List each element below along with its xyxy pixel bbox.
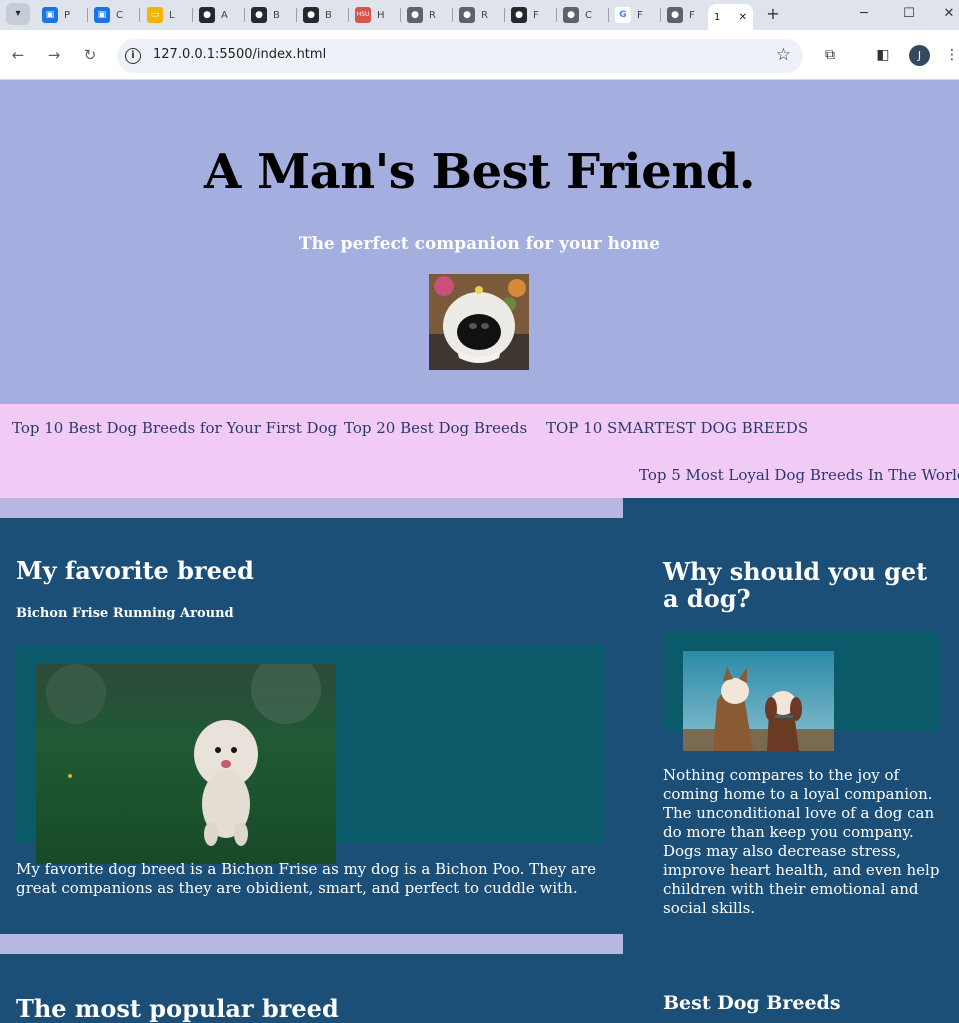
tab-favicon-icon: ●	[511, 7, 527, 23]
browser-tab[interactable]: ● R	[401, 4, 453, 26]
nav-link-top-20[interactable]: Top 20 Best Dog Breeds	[344, 419, 527, 437]
tab-favicon-icon: ●	[303, 7, 319, 23]
tab-title: R	[429, 9, 436, 21]
tab-favicon-icon: ●	[199, 7, 215, 23]
favorite-breed-text: My favorite dog breed is a Bichon Frise …	[16, 860, 596, 897]
browser-tab[interactable]: ● F	[505, 4, 557, 26]
favorite-breed-heading: My favorite breed	[16, 556, 254, 585]
nav-link-first-dog[interactable]: Top 10 Best Dog Breeds for Your First Do…	[12, 419, 337, 437]
tab-title: C	[116, 9, 123, 21]
browser-tab[interactable]: HSU H	[349, 4, 401, 26]
bookmark-star-icon[interactable]: ☆	[776, 45, 791, 65]
maximize-icon[interactable]: ☐	[897, 4, 921, 24]
close-window-icon[interactable]: ✕	[937, 4, 959, 24]
active-tab-title: 1	[714, 11, 721, 23]
why-dog-heading: Why should you get a dog?	[663, 557, 928, 613]
browser-tab[interactable]: ● A	[193, 4, 245, 26]
tab-title: C	[585, 9, 592, 21]
side-panel-icon[interactable]: ◧	[872, 44, 894, 66]
why-dog-text: Nothing compares to the joy of coming ho…	[663, 766, 940, 917]
page-subtitle: The perfect companion for your home	[298, 234, 661, 254]
top-nav: Top 10 Best Dog Breeds for Your First Do…	[0, 404, 959, 498]
browser-tab[interactable]: ▣ P	[36, 4, 88, 26]
tab-favicon-icon: ●	[563, 7, 579, 23]
browser-tab[interactable]: GF	[609, 4, 661, 26]
forward-icon[interactable]: →	[43, 44, 65, 66]
tab-title: A	[221, 9, 228, 21]
tab-title: L	[169, 9, 175, 21]
nav-link-smartest[interactable]: TOP 10 SMARTEST DOG BREEDS	[546, 419, 808, 437]
tab-strip: ▾ ▣ P ▣ C ▭ L ● A ● B ● B HSU H ● R ● R ● F ● C G F ● F 1 ✕ + ─ ☐…	[0, 0, 959, 30]
tab-title: F	[637, 9, 643, 21]
tab-search-button[interactable]: ▾	[6, 3, 30, 25]
browser-tab[interactable]: ● F	[661, 4, 713, 26]
browser-tab[interactable]: ● B	[245, 4, 297, 26]
tab-favicon-icon: ●	[407, 7, 423, 23]
tab-favicon-icon: ▭	[147, 7, 163, 23]
hero-header: A Man's Best Friend. The perfect compani…	[0, 80, 959, 404]
close-icon[interactable]: ✕	[739, 12, 747, 23]
page-title: A Man's Best Friend.	[204, 144, 756, 200]
tab-favicon-icon: HSU	[355, 7, 371, 23]
browser-toolbar: ← → ↻ i 127.0.0.1:5500/index.html ☆ ⧉ ◧ …	[0, 30, 959, 80]
tab-favicon-icon: ●	[459, 7, 475, 23]
best-breeds-heading: Best Dog Breeds	[663, 992, 841, 1014]
popular-breed-heading: The most popular breed	[16, 994, 339, 1023]
tab-separator	[139, 8, 140, 22]
tab-title: H	[377, 9, 385, 21]
browser-tab[interactable]: ▭ L	[141, 4, 193, 26]
two-dogs-image	[683, 651, 834, 751]
new-tab-button[interactable]: +	[763, 4, 783, 24]
tab-favicon-icon: ●	[667, 7, 683, 23]
url-text[interactable]: 127.0.0.1:5500/index.html	[153, 47, 326, 62]
tab-favicon-icon: G	[615, 7, 631, 23]
section-divider	[0, 934, 623, 954]
browser-tab[interactable]: ● C	[557, 4, 609, 26]
tab-favicon-icon: ●	[251, 7, 267, 23]
browser-tab[interactable]: ● R	[453, 4, 505, 26]
bichon-running-image	[36, 664, 336, 864]
extensions-icon[interactable]: ⧉	[819, 44, 841, 66]
profile-avatar[interactable]: J	[909, 45, 930, 66]
address-bar[interactable]: i 127.0.0.1:5500/index.html ☆	[117, 39, 803, 73]
tab-title: F	[689, 9, 695, 21]
tab-title: P	[64, 9, 71, 21]
menu-kebab-icon[interactable]: ⋮	[941, 44, 959, 66]
tab-title: B	[273, 9, 280, 21]
favorite-breed-caption: Bichon Frise Running Around	[16, 606, 234, 621]
tab-favicon-icon: ▣	[94, 7, 110, 23]
smiling-dog-image	[429, 274, 529, 370]
page-body: A Man's Best Friend. The perfect compani…	[0, 80, 959, 1023]
section-divider	[0, 498, 623, 518]
browser-tab[interactable]: ▣ C	[88, 4, 140, 26]
active-tab[interactable]: 1 ✕	[708, 4, 753, 30]
reload-icon[interactable]: ↻	[79, 44, 101, 66]
browser-tab[interactable]: ● B	[297, 4, 349, 26]
back-icon[interactable]: ←	[7, 44, 29, 66]
minimize-icon[interactable]: ─	[852, 4, 876, 24]
favorite-breed-card: My favorite breed Bichon Frise Running A…	[0, 518, 623, 934]
tab-title: B	[325, 9, 332, 21]
tab-title: R	[481, 9, 488, 21]
tab-favicon-icon: ▣	[42, 7, 58, 23]
site-info-icon[interactable]: i	[125, 48, 141, 64]
tab-title: F	[533, 9, 539, 21]
nav-link-most-loyal[interactable]: Top 5 Most Loyal Dog Breeds In The World	[639, 466, 959, 484]
